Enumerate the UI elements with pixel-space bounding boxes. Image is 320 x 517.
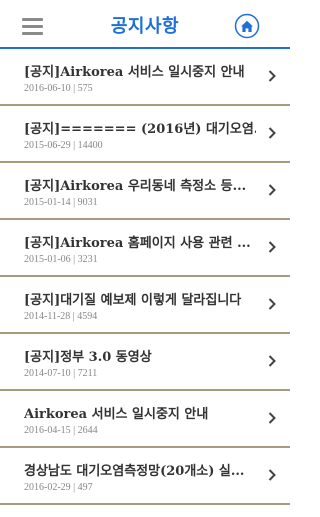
home-icon[interactable]	[234, 13, 260, 39]
notice-date-views: 2014-07-10 | 7211	[24, 368, 98, 379]
notice-title: 경상남도 대기오염측정망(20개소) 실...	[24, 464, 245, 479]
notice-date-views: 2016-02-29 | 497	[24, 482, 93, 493]
chevron-right-icon	[268, 412, 276, 424]
notice-item[interactable]: [공지]Airkorea 서비스 일시중지 안내 2016-06-10 | 575	[0, 49, 290, 106]
notice-title: [공지]Airkorea 홈페이지 사용 관련 ...	[24, 236, 251, 251]
notice-item[interactable]: Airkorea 서비스 일시중지 안내 2016-04-15 | 2644	[0, 391, 290, 448]
notice-list: [공지]Airkorea 서비스 일시중지 안내 2016-06-10 | 575…	[0, 49, 290, 505]
notice-item[interactable]: 경상남도 대기오염측정망(20개소) 실... 2016-02-29 | 497	[0, 448, 290, 505]
notice-title: [공지]Airkorea 서비스 일시중지 안내	[24, 65, 245, 80]
chevron-right-icon	[268, 355, 276, 367]
notice-title: [공지]대기질 예보제 이렇게 달라집니다	[24, 293, 242, 308]
notice-date-views: 2016-04-15 | 2644	[24, 425, 98, 436]
notice-date-views: 2015-06-29 | 14400	[24, 140, 103, 151]
notice-item[interactable]: [공지]Airkorea 우리동네 측정소 등... 2015-01-14 | 9…	[0, 163, 290, 220]
app-header: 공지사항	[0, 0, 290, 49]
chevron-right-icon	[268, 70, 276, 82]
notice-title: [공지]정부 3.0 동영상	[24, 350, 152, 365]
chevron-right-icon	[268, 184, 276, 196]
notice-title: Airkorea 서비스 일시중지 안내	[24, 407, 209, 422]
notice-item[interactable]: [공지]======= (2016년) 대기오염... 2015-06-29 | …	[0, 106, 290, 163]
chevron-right-icon	[268, 241, 276, 253]
notice-item[interactable]: [공지]Airkorea 홈페이지 사용 관련 ... 2015-01-06 | …	[0, 220, 290, 277]
notice-title: [공지]======= (2016년) 대기오염...	[24, 122, 256, 137]
notice-title: [공지]Airkorea 우리동네 측정소 등...	[24, 179, 247, 194]
chevron-right-icon	[268, 469, 276, 481]
notice-date-views: 2016-06-10 | 575	[24, 83, 93, 94]
chevron-right-icon	[268, 298, 276, 310]
notice-item[interactable]: [공지]대기질 예보제 이렇게 달라집니다 2014-11-28 | 4594	[0, 277, 290, 334]
chevron-right-icon	[268, 127, 276, 139]
notice-date-views: 2015-01-14 | 9031	[24, 197, 98, 208]
notice-item[interactable]: [공지]정부 3.0 동영상 2014-07-10 | 7211	[0, 334, 290, 391]
notice-date-views: 2015-01-06 | 3231	[24, 254, 98, 265]
notice-date-views: 2014-11-28 | 4594	[24, 311, 98, 322]
